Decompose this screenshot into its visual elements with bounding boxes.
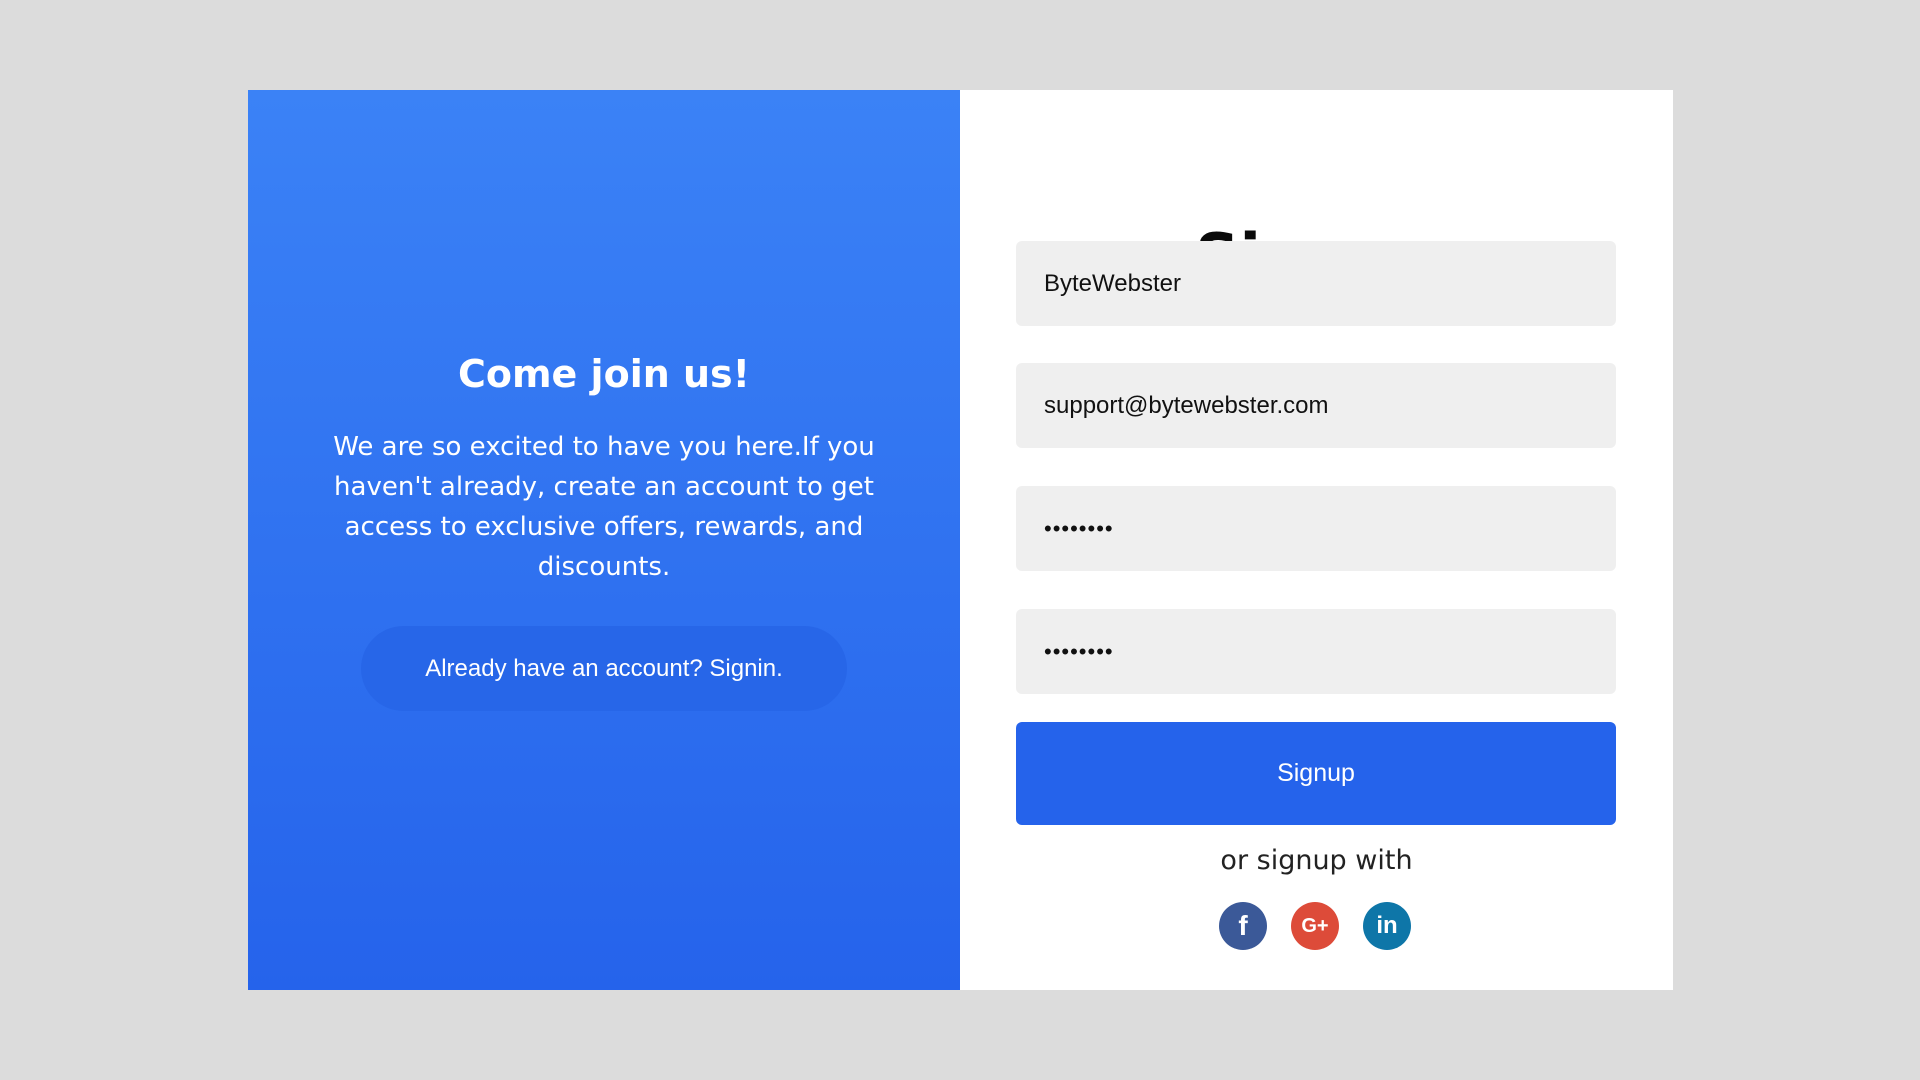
signup-form-panel: Signup Signup or signup with f G+ in bbox=[960, 90, 1673, 990]
google-plus-icon: G+ bbox=[1301, 915, 1329, 937]
linkedin-icon: in bbox=[1376, 912, 1398, 939]
google-plus-signup-button[interactable]: G+ bbox=[1291, 902, 1339, 950]
social-signup-buttons: f G+ in bbox=[1219, 902, 1411, 950]
username-field[interactable] bbox=[1016, 241, 1616, 326]
facebook-signup-button[interactable]: f bbox=[1219, 902, 1267, 950]
signin-link-button[interactable]: Already have an account? Signin. bbox=[361, 626, 847, 711]
confirm-password-field[interactable] bbox=[1016, 609, 1616, 694]
welcome-description: We are so excited to have you here.If yo… bbox=[333, 432, 875, 582]
social-signup-label: or signup with bbox=[1220, 845, 1413, 876]
facebook-icon: f bbox=[1238, 910, 1248, 941]
welcome-panel: Come join us! We are so excited to have … bbox=[248, 90, 960, 990]
password-field[interactable] bbox=[1016, 486, 1616, 571]
email-field[interactable] bbox=[1016, 363, 1616, 448]
linkedin-signup-button[interactable]: in bbox=[1363, 902, 1411, 950]
welcome-title: Come join us! bbox=[457, 352, 751, 396]
signup-submit-button[interactable]: Signup bbox=[1016, 722, 1616, 825]
signup-card: Come join us! We are so excited to have … bbox=[248, 90, 1673, 990]
